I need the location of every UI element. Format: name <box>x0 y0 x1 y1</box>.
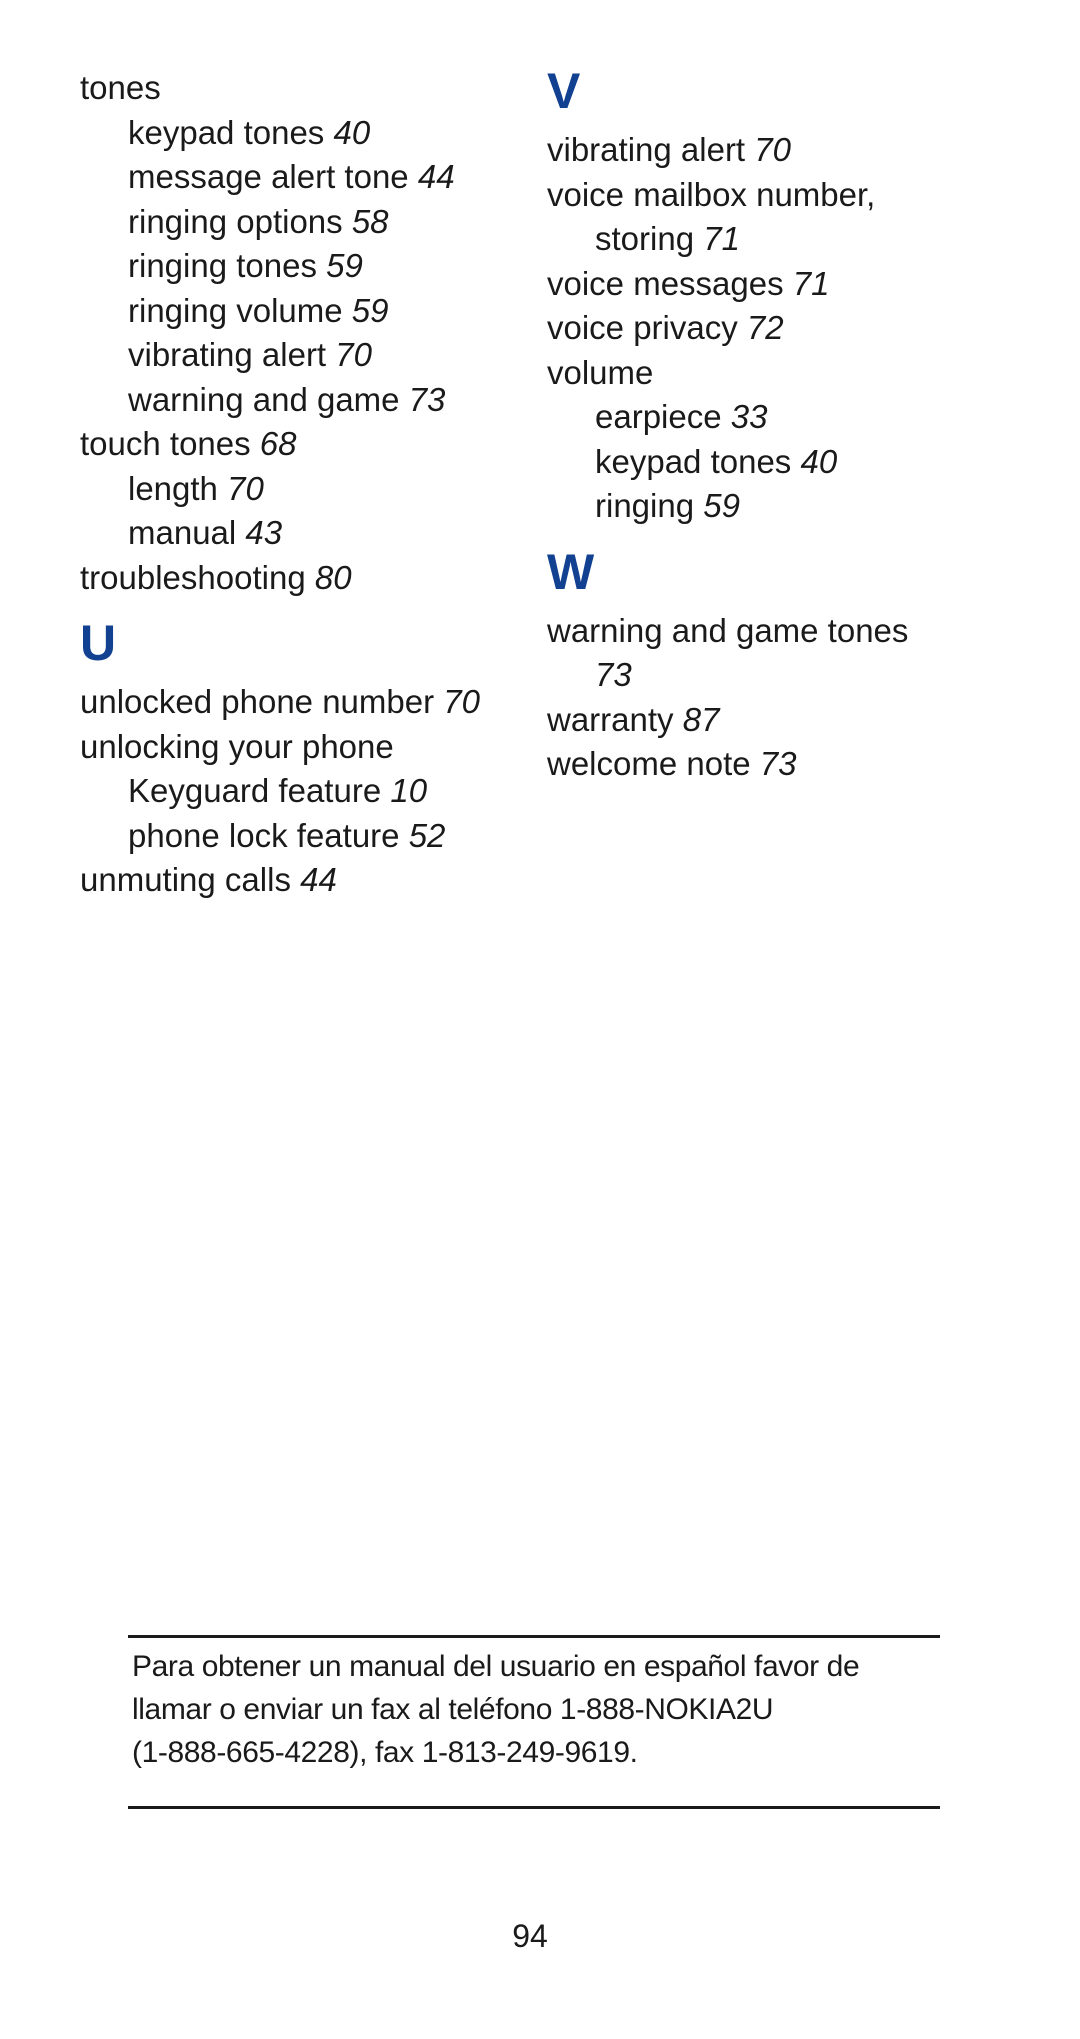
index-term: phone lock feature <box>128 816 400 854</box>
page-reference[interactable]: 73 <box>595 656 632 693</box>
page-reference[interactable]: 59 <box>352 292 389 329</box>
index-term: warranty <box>547 700 674 738</box>
index-entry: warranty 87 <box>547 698 987 743</box>
page-number: 94 <box>512 1918 548 1954</box>
index-term: ringing <box>595 487 695 524</box>
index-column-right: Vvibrating alert 70 voice mailbox number,… <box>547 62 987 787</box>
page-reference[interactable]: 87 <box>683 701 720 738</box>
index-subentry: earpiece 33 <box>547 395 987 440</box>
index-term: unlocking your phone <box>80 727 394 765</box>
divider-bottom <box>128 1806 940 1809</box>
index-entry: welcome note 73 <box>547 742 987 787</box>
index-term: manual <box>128 514 237 551</box>
index-term: keypad tones <box>595 442 792 480</box>
index-entry: unlocked phone number 70 <box>80 680 520 725</box>
index-subentry: manual 43 <box>80 511 520 556</box>
index-term: touch tones <box>80 425 251 462</box>
index-subentry: phone lock feature 52 <box>80 814 520 859</box>
index-term: ringing volume <box>128 291 343 329</box>
note-line: llamar o enviar un fax al teléfono 1-888… <box>132 1693 774 1726</box>
page-reference[interactable]: 10 <box>390 772 427 809</box>
index-term: welcome note <box>547 745 751 782</box>
page-reference[interactable]: 70 <box>754 131 791 168</box>
section-letter: W <box>547 543 595 600</box>
spanish-manual-note: Para obtener un manual del usuario en es… <box>132 1645 952 1774</box>
index-entry: vibrating alert 70 <box>547 128 987 173</box>
index-term: length <box>128 469 218 507</box>
page-reference[interactable]: 73 <box>409 381 446 418</box>
index-term: earpiece <box>595 398 722 435</box>
index-subentry: warning and game 73 <box>80 378 520 423</box>
index-subentry: keypad tones 40 <box>547 440 987 485</box>
index-entry: touch tones 68 <box>80 422 520 467</box>
index-term: keypad tones <box>128 113 325 151</box>
index-term: voice messages <box>547 264 784 302</box>
index-subentry: message alert tone 44 <box>80 155 520 200</box>
index-term: message alert tone <box>128 158 409 195</box>
index-term: warning and game <box>128 380 400 418</box>
index-term: vibrating alert <box>128 336 327 373</box>
page-reference[interactable]: 40 <box>333 114 370 151</box>
page-reference[interactable]: 44 <box>418 158 455 195</box>
page-reference[interactable]: 71 <box>703 220 740 257</box>
page-reference[interactable]: 59 <box>703 487 740 524</box>
index-term: ringing tones <box>128 247 317 284</box>
page-reference[interactable]: 43 <box>245 514 282 551</box>
page-reference[interactable]: 68 <box>260 425 297 462</box>
page-reference[interactable]: 73 <box>760 745 797 782</box>
index-subentry: length 70 <box>80 467 520 512</box>
index-entry: troubleshooting 80 <box>80 556 520 601</box>
page-reference[interactable]: 44 <box>300 861 337 898</box>
index-term: vibrating alert <box>547 131 746 168</box>
index-term: volume <box>547 353 654 391</box>
index-subentry: vibrating alert 70 <box>80 333 520 378</box>
index-entry: voice mailbox number, <box>547 173 987 218</box>
note-line: (1-888-665-4228), fax 1-813-249-9619. <box>132 1736 638 1769</box>
page-reference[interactable]: 33 <box>731 398 768 435</box>
index-subentry: keypad tones 40 <box>80 111 520 156</box>
divider-top <box>128 1635 940 1638</box>
index-term: troubleshooting <box>80 558 306 596</box>
page-reference[interactable]: 70 <box>335 336 372 373</box>
index-subentry: ringing options 58 <box>80 200 520 245</box>
index-entry: unlocking your phone <box>80 725 520 770</box>
index-entry: unmuting calls 44 <box>80 858 520 903</box>
index-term: tones <box>80 69 161 106</box>
index-term: unlocked phone number <box>80 683 435 720</box>
index-entry: volume <box>547 351 987 396</box>
index-subentry: ringing volume 59 <box>80 289 520 334</box>
page-reference[interactable]: 52 <box>409 817 446 854</box>
index-term: Keyguard feature <box>128 772 382 809</box>
index-entry: warning and game tones <box>547 609 987 654</box>
section-letter: V <box>547 63 581 119</box>
page-reference[interactable]: 72 <box>747 309 784 346</box>
page-reference[interactable]: 71 <box>793 265 830 302</box>
page-reference[interactable]: 80 <box>315 559 352 596</box>
index-term: voice privacy <box>547 309 738 346</box>
index-term: voice mailbox number, <box>547 175 876 213</box>
index-entry: voice messages 71 <box>547 262 987 307</box>
page-reference[interactable]: 40 <box>800 443 837 480</box>
index-term: ringing options <box>128 202 343 240</box>
index-subentry: storing 71 <box>547 217 987 262</box>
page-reference[interactable]: 70 <box>227 470 264 507</box>
index-subentry: ringing tones 59 <box>80 244 520 289</box>
index-column-left: tones keypad tones 40 message alert tone 4… <box>80 66 520 903</box>
page-reference[interactable]: 70 <box>443 683 480 720</box>
section-letter: U <box>80 615 117 671</box>
index-entry: tones <box>80 66 520 111</box>
index-term: storing <box>595 220 695 257</box>
index-subentry: 73 <box>547 653 987 698</box>
page-reference[interactable]: 59 <box>326 247 363 284</box>
index-entry: voice privacy 72 <box>547 306 987 351</box>
page-reference[interactable]: 58 <box>352 203 389 240</box>
index-subentry: Keyguard feature 10 <box>80 769 520 814</box>
index-term: warning and game tones <box>547 611 909 649</box>
index-subentry: ringing 59 <box>547 484 987 529</box>
index-term: unmuting calls <box>80 861 291 898</box>
note-line: Para obtener un manual del usuario en es… <box>132 1650 860 1683</box>
